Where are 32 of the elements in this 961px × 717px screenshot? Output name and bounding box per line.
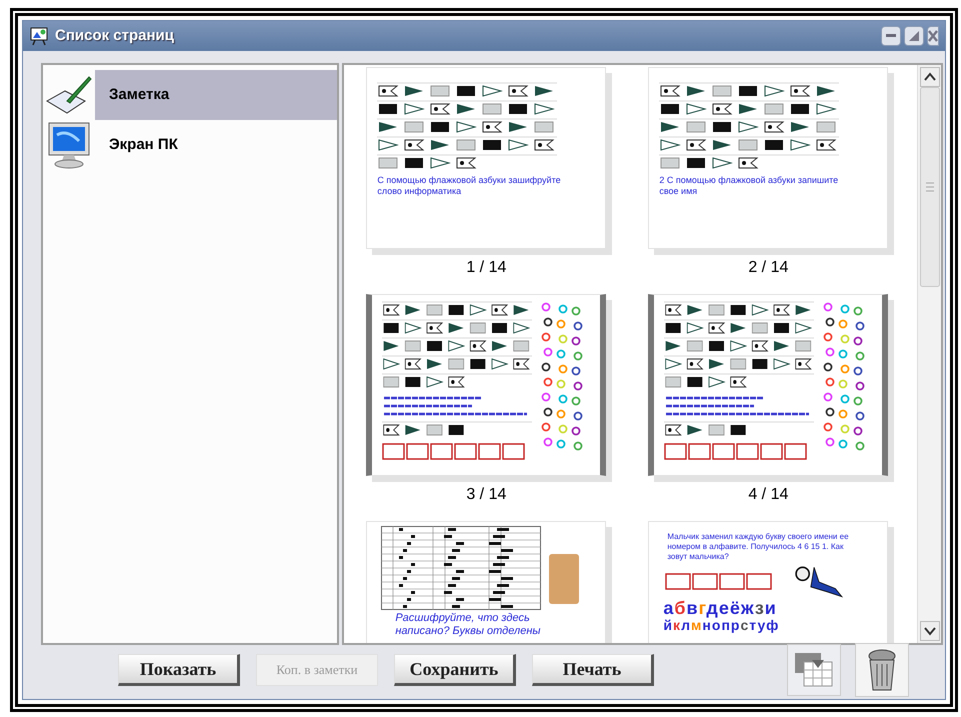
maximize-button[interactable] [904, 26, 924, 46]
maximize-icon [908, 30, 920, 42]
action-button[interactable]: Печать [532, 654, 654, 686]
slide-caption: Мальчик заменил каждую букву своего имени ее номером в алфавите. Получилось 4 6 15 1. Как зовут мальчика? [666, 531, 850, 562]
window-title: Список страниц [55, 26, 174, 46]
close-icon [928, 30, 938, 42]
close-button[interactable] [927, 26, 939, 46]
scrollbar[interactable] [917, 65, 941, 643]
scroll-up-icon[interactable] [920, 67, 940, 87]
figure-placeholder [549, 554, 580, 604]
monitor-icon [47, 121, 91, 169]
source-item[interactable]: Заметка [95, 70, 338, 120]
insert-page-button[interactable] [787, 644, 841, 696]
page-number: 1 / 14 [466, 258, 506, 278]
scroll-thumb[interactable] [920, 87, 940, 287]
table-insert-icon [794, 652, 834, 688]
minimize-icon [886, 34, 896, 38]
scroll-down-icon[interactable] [920, 621, 940, 641]
alphabet-line: йклмнопрстуф [662, 617, 780, 634]
minimize-button[interactable] [881, 26, 901, 46]
action-button[interactable]: Сохранить [394, 654, 516, 686]
slide-caption: Расшифруйте, что здесь написано? Буквы отделены [394, 612, 542, 638]
page-number: 4 / 14 [748, 485, 788, 505]
trash-button[interactable] [855, 643, 909, 697]
page-number: 3 / 14 [466, 485, 506, 505]
presentation-board-icon [29, 26, 49, 46]
alphabet-line: абвгдеёжзи [662, 600, 778, 617]
source-item[interactable]: Экран ПК [95, 120, 338, 170]
slide-caption: С помощью флажковой азбуки зашифруйте слово информатика [376, 175, 562, 197]
page-number: 2 / 14 [748, 258, 788, 278]
slide-caption: 2 С помощью флажковой азбуки запишите свое имя [658, 175, 840, 197]
action-button[interactable]: Показать [118, 654, 240, 686]
